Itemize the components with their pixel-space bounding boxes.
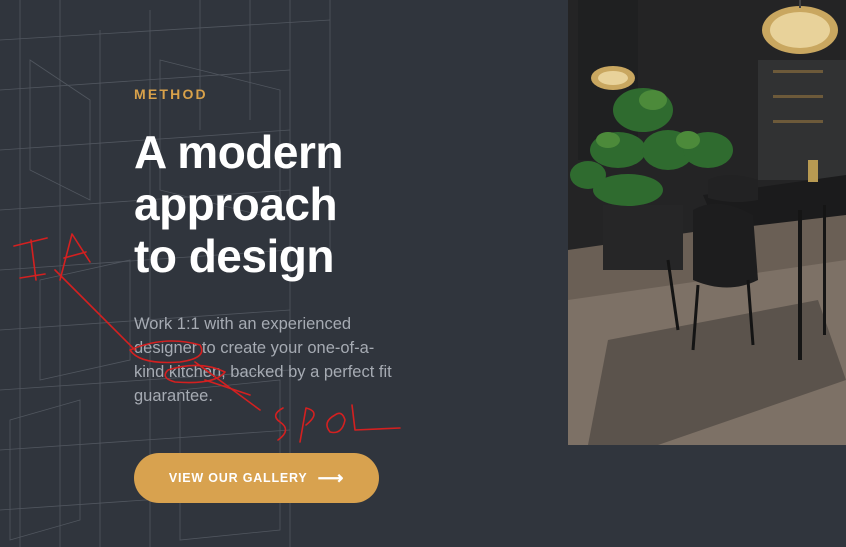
section-eyebrow: METHOD bbox=[134, 86, 208, 102]
view-gallery-label: VIEW OUR GALLERY bbox=[168, 471, 308, 485]
description-line-2: designer to create your one-of-a- bbox=[134, 339, 375, 357]
headline-line-1: A modern bbox=[134, 126, 343, 178]
arrow-right-icon: ⟶ bbox=[317, 468, 345, 488]
view-gallery-button[interactable]: VIEW OUR GALLERY ⟶ bbox=[134, 453, 379, 503]
hero-description: Work 1:1 with an experienced designer to… bbox=[134, 312, 419, 408]
headline-line-2: approach bbox=[134, 178, 338, 230]
description-line-3: kind kitchen, backed by a perfect fit bbox=[134, 363, 392, 381]
kitchen-photo bbox=[568, 0, 846, 445]
headline-line-3: to design bbox=[134, 230, 334, 282]
description-line-1: Work 1:1 with an experienced bbox=[134, 315, 352, 333]
page-title: A modern approach to design bbox=[134, 126, 343, 282]
description-line-4: guarantee. bbox=[134, 387, 213, 405]
